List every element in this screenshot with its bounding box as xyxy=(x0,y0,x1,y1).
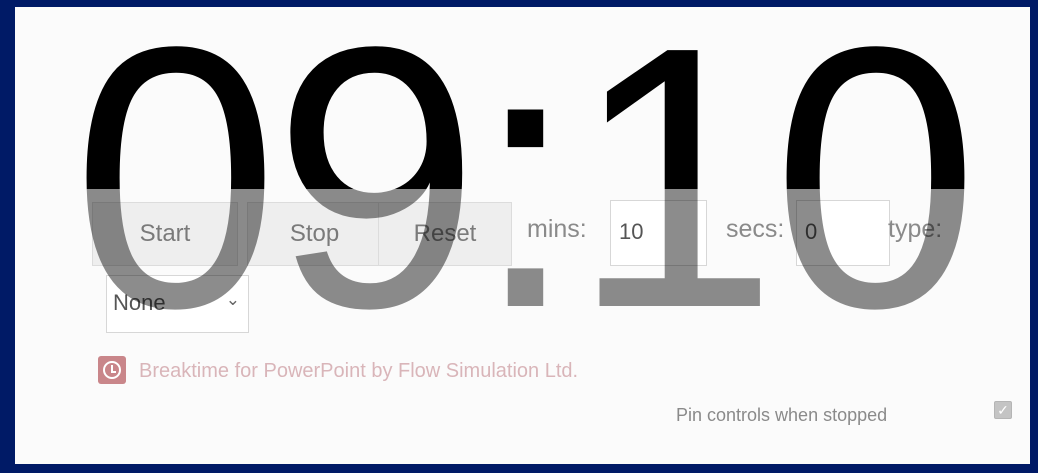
start-button[interactable]: Start xyxy=(92,202,238,266)
breaktime-panel: Start Stop Reset mins: 10 secs: 0 type: … xyxy=(15,7,1030,464)
branding-link[interactable]: Breaktime for PowerPoint by Flow Simulat… xyxy=(139,360,578,383)
pin-controls-label: Pin controls when stopped xyxy=(676,405,888,425)
type-label: type: xyxy=(888,215,943,243)
clock-icon xyxy=(98,356,126,384)
checkbox-icon[interactable]: ✓ xyxy=(994,401,1012,419)
mins-label: mins: xyxy=(527,215,587,243)
type-select-value: None xyxy=(113,290,166,315)
type-select[interactable]: None ⌄ xyxy=(106,275,249,333)
stop-button[interactable]: Stop xyxy=(247,202,382,266)
mins-input[interactable]: 10 xyxy=(610,200,707,266)
secs-label: secs: xyxy=(726,215,785,243)
chevron-down-icon: ⌄ xyxy=(225,290,240,309)
reset-button[interactable]: Reset xyxy=(378,202,512,266)
secs-input[interactable]: 0 xyxy=(796,200,890,266)
